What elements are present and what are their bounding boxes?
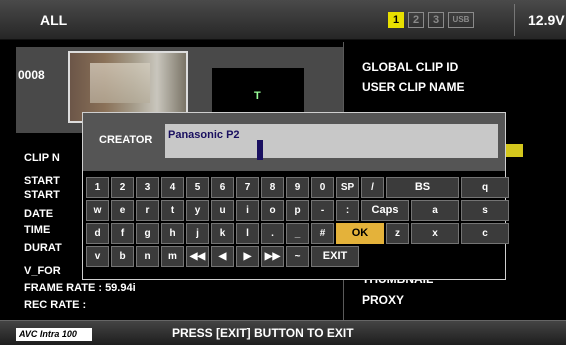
slot-1-indicator: 1 bbox=[388, 12, 404, 28]
key-w[interactable]: w bbox=[86, 200, 109, 221]
key-colon[interactable]: : bbox=[336, 200, 359, 221]
card-slot-indicators: 1 2 3 USB bbox=[388, 12, 474, 28]
clip-number: 0008 bbox=[18, 68, 45, 82]
key-d[interactable]: d bbox=[86, 223, 109, 244]
entry-header: CREATOR Panasonic P2 bbox=[83, 113, 505, 171]
time-label: TIME bbox=[24, 224, 51, 236]
key-x[interactable]: x bbox=[411, 223, 459, 244]
key-5[interactable]: 5 bbox=[186, 177, 209, 198]
cursor-end-key[interactable]: ▶▶ bbox=[261, 246, 284, 267]
key-m[interactable]: m bbox=[161, 246, 184, 267]
key-2[interactable]: 2 bbox=[111, 177, 134, 198]
key-t[interactable]: t bbox=[161, 200, 184, 221]
clip-filter-label: ALL bbox=[40, 12, 68, 28]
backspace-key[interactable]: BS bbox=[386, 177, 459, 198]
start-label-1: START bbox=[24, 175, 60, 187]
key-u[interactable]: u bbox=[211, 200, 234, 221]
key-8[interactable]: 8 bbox=[261, 177, 284, 198]
user-clip-name-label: USER CLIP NAME bbox=[362, 80, 465, 94]
key-hash[interactable]: # bbox=[311, 223, 334, 244]
key-3[interactable]: 3 bbox=[136, 177, 159, 198]
global-clip-id-label: GLOBAL CLIP ID bbox=[362, 60, 459, 74]
creator-label: CREATOR bbox=[99, 134, 153, 146]
key-6[interactable]: 6 bbox=[211, 177, 234, 198]
key-q[interactable]: q bbox=[461, 177, 509, 198]
key-9[interactable]: 9 bbox=[286, 177, 309, 198]
key-k[interactable]: k bbox=[211, 223, 234, 244]
slot-3-indicator: 3 bbox=[428, 12, 444, 28]
key-0[interactable]: 0 bbox=[311, 177, 334, 198]
text-entry-dialog: CREATOR Panasonic P2 1 2 3 4 5 6 7 8 9 0… bbox=[82, 112, 509, 280]
key-h[interactable]: h bbox=[161, 223, 184, 244]
exit-key[interactable]: EXIT bbox=[311, 246, 359, 267]
key-1[interactable]: 1 bbox=[86, 177, 109, 198]
key-r[interactable]: r bbox=[136, 200, 159, 221]
clip-name-label: CLIP N bbox=[24, 152, 60, 164]
slot-2-indicator: 2 bbox=[408, 12, 424, 28]
duration-label: DURAT bbox=[24, 242, 62, 254]
usb-indicator: USB bbox=[448, 12, 474, 28]
key-l[interactable]: l bbox=[236, 223, 259, 244]
key-i[interactable]: i bbox=[236, 200, 259, 221]
start-label-2: START bbox=[24, 189, 60, 201]
key-a[interactable]: a bbox=[411, 200, 459, 221]
rec-rate-field: REC RATE : bbox=[24, 299, 87, 311]
ok-key[interactable]: OK bbox=[336, 223, 384, 244]
video-format-label: V_FOR bbox=[24, 265, 61, 277]
frame-rate-field: FRAME RATE : 59.94i bbox=[24, 282, 136, 294]
key-space[interactable]: SP bbox=[336, 177, 359, 198]
exit-hint: PRESS [EXIT] BUTTON TO EXIT bbox=[172, 326, 354, 340]
software-keyboard: 1 2 3 4 5 6 7 8 9 0 SP / BS q w e r t y … bbox=[86, 177, 509, 267]
key-g[interactable]: g bbox=[136, 223, 159, 244]
key-s[interactable]: s bbox=[461, 200, 509, 221]
cursor-home-key[interactable]: ◀◀ bbox=[186, 246, 209, 267]
header-divider bbox=[514, 4, 515, 36]
key-hyphen[interactable]: - bbox=[311, 200, 334, 221]
battery-voltage: 12.9V bbox=[528, 12, 565, 28]
caps-key[interactable]: Caps bbox=[361, 200, 409, 221]
key-y[interactable]: y bbox=[186, 200, 209, 221]
key-o[interactable]: o bbox=[261, 200, 284, 221]
cursor-left-key[interactable]: ◀ bbox=[211, 246, 234, 267]
cursor-right-key[interactable]: ▶ bbox=[236, 246, 259, 267]
key-tilde[interactable]: ~ bbox=[286, 246, 309, 267]
key-period[interactable]: . bbox=[261, 223, 284, 244]
key-underscore[interactable]: _ bbox=[286, 223, 309, 244]
key-7[interactable]: 7 bbox=[236, 177, 259, 198]
top-bar: ALL 1 2 3 USB 12.9V bbox=[0, 0, 566, 40]
key-c[interactable]: c bbox=[461, 223, 509, 244]
bottom-bar: AVC Intra 100 PRESS [EXIT] BUTTON TO EXI… bbox=[0, 320, 566, 345]
key-v[interactable]: v bbox=[86, 246, 109, 267]
key-n[interactable]: n bbox=[136, 246, 159, 267]
proxy-label: PROXY bbox=[362, 293, 405, 307]
key-e[interactable]: e bbox=[111, 200, 134, 221]
key-b[interactable]: b bbox=[111, 246, 134, 267]
text-cursor bbox=[257, 140, 263, 160]
key-p[interactable]: p bbox=[286, 200, 309, 221]
key-j[interactable]: j bbox=[186, 223, 209, 244]
key-slash[interactable]: / bbox=[361, 177, 384, 198]
key-f[interactable]: f bbox=[111, 223, 134, 244]
key-4[interactable]: 4 bbox=[161, 177, 184, 198]
selection-marker bbox=[505, 144, 523, 157]
preview-label: T bbox=[254, 90, 261, 102]
date-label: DATE bbox=[24, 208, 54, 220]
avc-intra-logo: AVC Intra 100 bbox=[16, 328, 92, 341]
key-z[interactable]: z bbox=[386, 223, 409, 244]
creator-input[interactable]: Panasonic P2 bbox=[165, 124, 498, 158]
